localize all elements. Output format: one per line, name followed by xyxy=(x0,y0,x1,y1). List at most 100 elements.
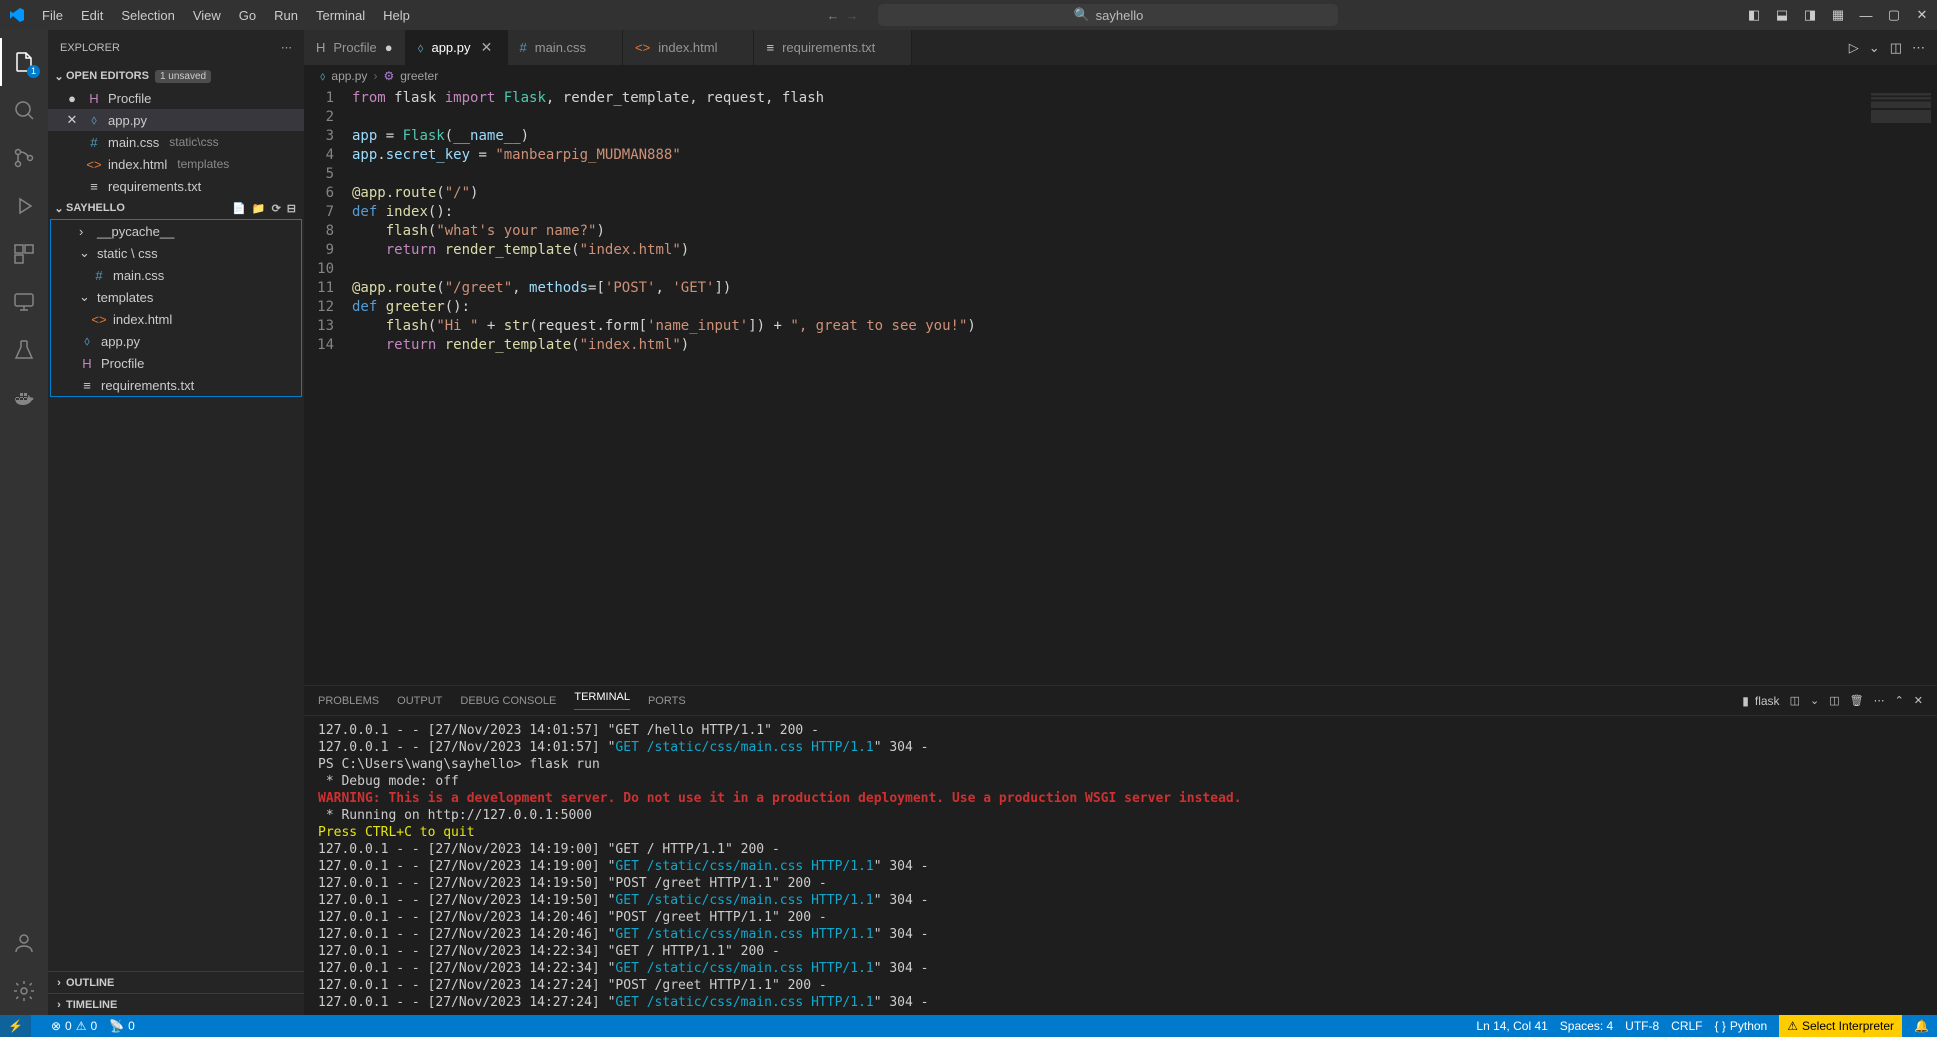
command-center-search[interactable]: 🔍 sayhello xyxy=(878,4,1338,26)
split-terminal-icon[interactable]: ◫ xyxy=(1829,694,1839,707)
open-editor-item[interactable]: ✕ ⬨ app.py xyxy=(48,109,304,131)
folder-item[interactable]: ⌄static \ css xyxy=(51,242,301,264)
chevron-down-icon: ⌄ xyxy=(79,289,91,305)
file-icon: H xyxy=(86,91,102,106)
select-interpreter-button[interactable]: ⚠Select Interpreter xyxy=(1779,1015,1902,1037)
menu-view[interactable]: View xyxy=(185,4,229,27)
dirty-dot-icon[interactable]: ● xyxy=(64,91,80,106)
breadcrumb[interactable]: ⬨ app.py › ⚙ greeter xyxy=(304,65,1937,87)
window-minimize-icon[interactable]: — xyxy=(1859,8,1873,23)
open-editor-item[interactable]: <> index.htmltemplates xyxy=(48,153,304,175)
file-item[interactable]: ≡requirements.txt xyxy=(51,374,301,396)
activity-extensions-icon[interactable] xyxy=(0,230,48,278)
file-item[interactable]: HProcfile xyxy=(51,352,301,374)
status-spaces[interactable]: Spaces: 4 xyxy=(1560,1019,1613,1033)
run-icon[interactable]: ▷ xyxy=(1849,40,1859,56)
nav-back-icon[interactable]: ← xyxy=(826,8,839,23)
panel-tab-problems[interactable]: PROBLEMS xyxy=(318,695,379,707)
outline-header[interactable]: › OUTLINE xyxy=(48,971,304,993)
editor-tab[interactable]: ≡ requirements.txt xyxy=(754,30,912,65)
activity-explorer-icon[interactable]: 1 xyxy=(0,38,48,86)
close-icon[interactable]: ✕ xyxy=(64,112,80,128)
menu-run[interactable]: Run xyxy=(266,4,306,27)
menu-terminal[interactable]: Terminal xyxy=(308,4,373,27)
file-icon: # xyxy=(520,40,527,55)
activity-remote-icon[interactable] xyxy=(0,278,48,326)
layout-panel-icon[interactable]: ⬓ xyxy=(1775,7,1789,23)
chevron-down-icon: ⌄ xyxy=(52,202,66,215)
editor-tabs: H Procfile ●⬨ app.py ✕# main.css <> inde… xyxy=(304,30,1937,65)
folder-item[interactable]: ⌄templates xyxy=(51,286,301,308)
panel-tab-terminal[interactable]: TERMINAL xyxy=(574,691,630,710)
status-eol[interactable]: CRLF xyxy=(1671,1019,1702,1033)
close-panel-icon[interactable]: ✕ xyxy=(1914,694,1923,707)
editor-tab[interactable]: H Procfile ● xyxy=(304,30,406,65)
menu-file[interactable]: File xyxy=(34,4,71,27)
timeline-header[interactable]: › TIMELINE xyxy=(48,993,304,1015)
open-editors-header[interactable]: ⌄ OPEN EDITORS 1 unsaved xyxy=(48,65,304,87)
maximize-panel-icon[interactable]: ⌃ xyxy=(1895,694,1904,707)
code-editor[interactable]: from flask import Flask, render_template… xyxy=(352,87,1847,685)
refresh-icon[interactable]: ⟳ xyxy=(272,202,281,215)
layout-customize-icon[interactable]: ▦ xyxy=(1831,7,1845,23)
menu-help[interactable]: Help xyxy=(375,4,418,27)
status-ports[interactable]: 📡0 xyxy=(109,1019,135,1033)
menu-selection[interactable]: Selection xyxy=(113,4,182,27)
open-editor-item[interactable]: # main.cssstatic\css xyxy=(48,131,304,153)
status-encoding[interactable]: UTF-8 xyxy=(1625,1019,1659,1033)
file-icon: ≡ xyxy=(766,40,774,55)
panel-tab-ports[interactable]: PORTS xyxy=(648,695,686,707)
terminal-output[interactable]: 127.0.0.1 - - [27/Nov/2023 14:01:57] "GE… xyxy=(304,716,1937,1015)
activity-testing-icon[interactable] xyxy=(0,326,48,374)
new-file-icon[interactable]: 📄 xyxy=(232,202,246,215)
window-close-icon[interactable]: ✕ xyxy=(1915,7,1929,23)
open-editor-item[interactable]: ≡ requirements.txt xyxy=(48,175,304,197)
status-language[interactable]: { }Python xyxy=(1715,1019,1768,1033)
dirty-dot-icon[interactable]: ● xyxy=(385,40,393,55)
activity-settings-icon[interactable] xyxy=(0,967,48,1015)
remote-indicator[interactable]: ⚡ xyxy=(0,1015,31,1037)
panel-tab-output[interactable]: OUTPUT xyxy=(397,695,442,707)
split-terminal-icon[interactable]: ◫ xyxy=(1790,694,1800,707)
layout-sidebar-left-icon[interactable]: ◧ xyxy=(1747,7,1761,23)
activity-accounts-icon[interactable] xyxy=(0,919,48,967)
folder-item[interactable]: ›__pycache__ xyxy=(51,220,301,242)
menu-go[interactable]: Go xyxy=(231,4,264,27)
kill-terminal-icon[interactable]: 🗑 xyxy=(1850,694,1864,707)
more-icon[interactable]: ⋯ xyxy=(1912,40,1925,56)
layout-sidebar-right-icon[interactable]: ◨ xyxy=(1803,7,1817,23)
editor-tab[interactable]: <> index.html xyxy=(623,30,754,65)
activity-debug-icon[interactable] xyxy=(0,182,48,230)
new-folder-icon[interactable]: 📁 xyxy=(252,202,266,215)
editor-tab[interactable]: ⬨ app.py ✕ xyxy=(406,30,508,65)
window-maximize-icon[interactable]: ▢ xyxy=(1887,7,1901,23)
chevron-right-icon: › xyxy=(79,224,91,239)
close-icon[interactable]: ✕ xyxy=(479,39,495,56)
activity-search-icon[interactable] xyxy=(0,86,48,134)
nav-forward-icon[interactable]: → xyxy=(845,8,858,23)
editor-area: H Procfile ●⬨ app.py ✕# main.css <> inde… xyxy=(304,30,1937,1015)
more-icon[interactable]: ⋯ xyxy=(1874,694,1885,707)
sidebar-more-icon[interactable]: ⋯ xyxy=(281,41,292,54)
minimap[interactable] xyxy=(1847,87,1937,685)
collapse-all-icon[interactable]: ⊟ xyxy=(287,202,296,215)
menu-edit[interactable]: Edit xyxy=(73,4,111,27)
status-notifications-icon[interactable]: 🔔 xyxy=(1914,1019,1929,1033)
activity-scm-icon[interactable] xyxy=(0,134,48,182)
file-icon: ⬨ xyxy=(79,333,95,349)
panel-tab-debug-console[interactable]: DEBUG CONSOLE xyxy=(460,695,556,707)
editor-tab[interactable]: # main.css xyxy=(508,30,624,65)
split-editor-icon[interactable]: ◫ xyxy=(1890,40,1902,56)
file-item[interactable]: ⬨app.py xyxy=(51,330,301,352)
folder-header[interactable]: ⌄ SAYHELLO 📄 📁 ⟳ ⊟ xyxy=(48,197,304,219)
status-ln-col[interactable]: Ln 14, Col 41 xyxy=(1476,1019,1547,1033)
run-dropdown-icon[interactable]: ⌄ xyxy=(1869,40,1880,56)
open-editor-item[interactable]: ● H Procfile xyxy=(48,87,304,109)
status-problems[interactable]: ⊗0 ⚠0 xyxy=(51,1019,97,1033)
file-item[interactable]: <>index.html xyxy=(51,308,301,330)
file-icon: # xyxy=(86,135,102,150)
activity-docker-icon[interactable] xyxy=(0,374,48,422)
terminal-profile-label[interactable]: ▮flask xyxy=(1742,694,1779,708)
file-item[interactable]: #main.css xyxy=(51,264,301,286)
terminal-dropdown-icon[interactable]: ⌄ xyxy=(1810,694,1819,707)
